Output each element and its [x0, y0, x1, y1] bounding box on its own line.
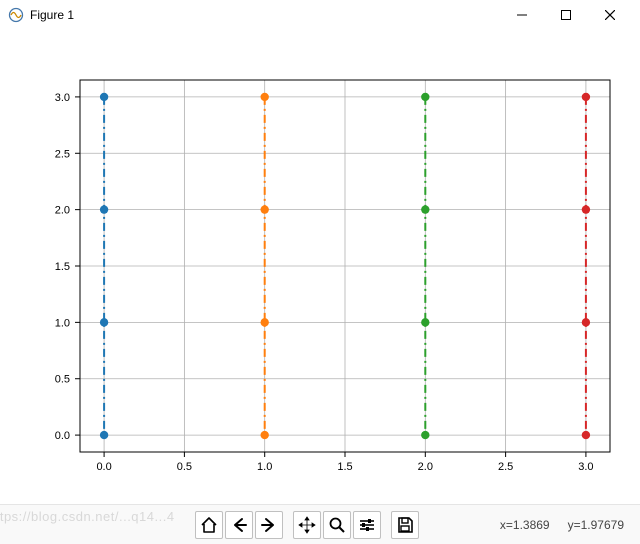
coord-y: y=1.97679 [568, 518, 624, 532]
svg-text:0.5: 0.5 [55, 374, 70, 386]
watermark: https://blog.csdn.net/...q14...4 [0, 509, 175, 524]
home-button[interactable] [195, 511, 223, 539]
svg-text:0.0: 0.0 [55, 430, 70, 442]
close-button[interactable] [588, 1, 632, 29]
forward-button[interactable] [255, 511, 283, 539]
save-button[interactable] [391, 511, 419, 539]
svg-text:2.0: 2.0 [418, 461, 433, 473]
maximize-button[interactable] [544, 1, 588, 29]
cursor-coords: x=1.3869 y=1.97679 [500, 518, 632, 532]
window-title: Figure 1 [30, 8, 74, 22]
svg-text:2.5: 2.5 [498, 461, 513, 473]
arrow-right-icon [260, 516, 278, 534]
svg-text:0.5: 0.5 [177, 461, 192, 473]
svg-text:3.0: 3.0 [55, 92, 70, 104]
back-button[interactable] [225, 511, 253, 539]
minimize-button[interactable] [500, 1, 544, 29]
svg-text:1.0: 1.0 [257, 461, 272, 473]
app-icon [8, 7, 24, 23]
svg-text:1.5: 1.5 [337, 461, 352, 473]
svg-text:2.0: 2.0 [55, 205, 70, 217]
window-titlebar: Figure 1 [0, 0, 640, 30]
coord-x: x=1.3869 [500, 518, 550, 532]
sliders-icon [358, 516, 376, 534]
nav-toolbar: https://blog.csdn.net/...q14...4 x=1.386… [0, 504, 640, 544]
svg-text:2.5: 2.5 [55, 148, 70, 160]
svg-text:1.0: 1.0 [55, 317, 70, 329]
configure-button[interactable] [353, 511, 381, 539]
arrow-left-icon [230, 516, 248, 534]
svg-text:0.0: 0.0 [96, 461, 111, 473]
move-icon [298, 516, 316, 534]
save-icon [396, 516, 414, 534]
window-controls [500, 1, 632, 29]
svg-text:1.5: 1.5 [55, 261, 70, 273]
chart-canvas[interactable]: 0.0 0.5 1.0 1.5 2.0 2.5 3.0 0.0 0.5 1.0 1.5 2.0 2.5 3… [0, 30, 640, 504]
home-icon [200, 516, 218, 534]
svg-text:3.0: 3.0 [578, 461, 593, 473]
zoom-icon [328, 516, 346, 534]
pan-button[interactable] [293, 511, 321, 539]
zoom-button[interactable] [323, 511, 351, 539]
